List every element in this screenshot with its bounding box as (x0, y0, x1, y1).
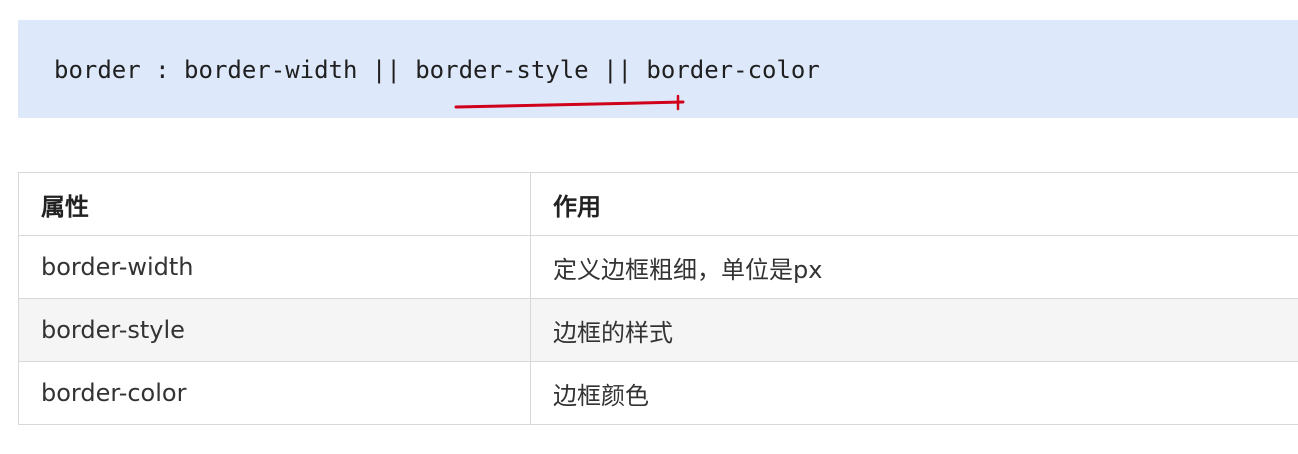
cell-property: border-width (18, 235, 531, 299)
cell-property: border-style (18, 298, 531, 362)
cell-property: border-color (18, 361, 531, 425)
header-function: 作用 (530, 172, 1298, 236)
properties-table: 属性 作用 border-width 定义边框粗细，单位是px border-s… (18, 172, 1298, 425)
table-row: border-color 边框颜色 (18, 361, 1298, 425)
code-syntax: border : border-width || border-style ||… (54, 56, 820, 84)
table-row: border-style 边框的样式 (18, 298, 1298, 362)
header-property: 属性 (18, 172, 531, 236)
cell-description: 边框颜色 (530, 361, 1298, 425)
table-row: border-width 定义边框粗细，单位是px (18, 235, 1298, 299)
cell-description: 定义边框粗细，单位是px (530, 235, 1298, 299)
cell-description: 边框的样式 (530, 298, 1298, 362)
table-header-row: 属性 作用 (18, 172, 1298, 236)
code-block: border : border-width || border-style ||… (18, 20, 1298, 118)
